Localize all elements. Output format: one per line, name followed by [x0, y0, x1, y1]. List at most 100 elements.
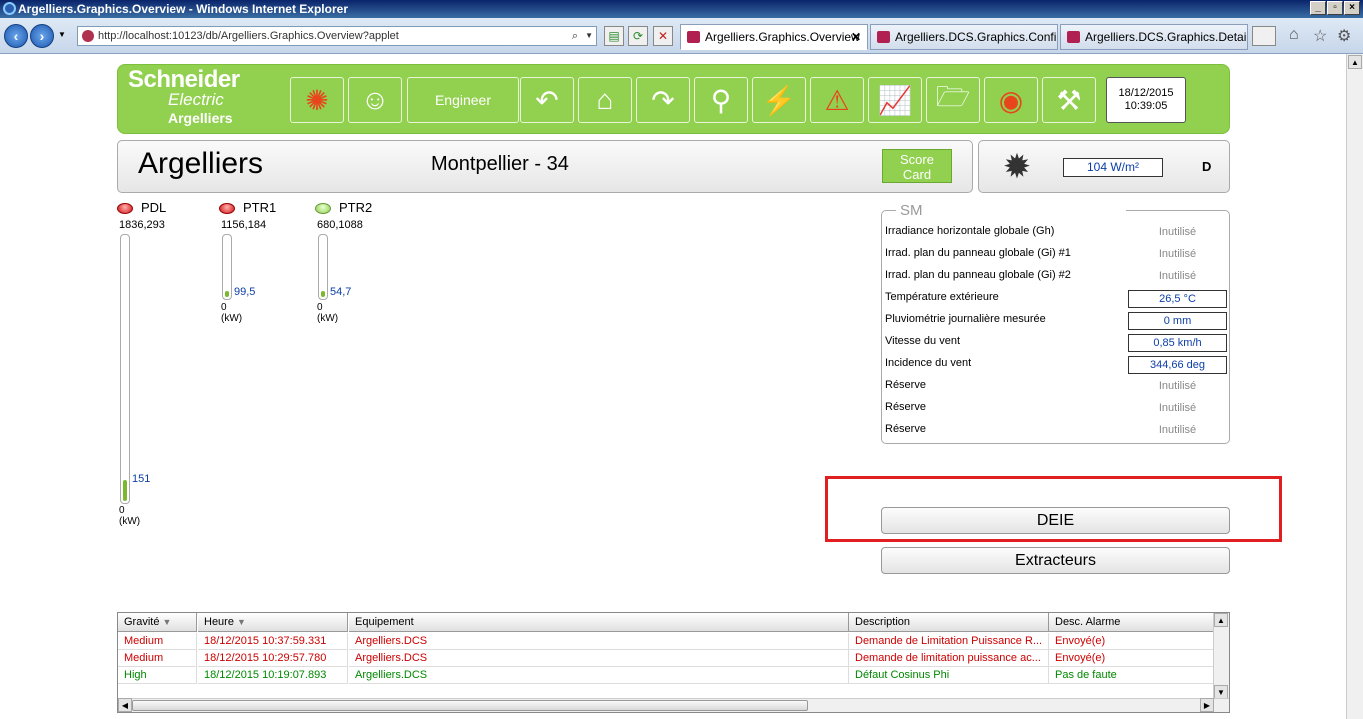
engineer-button[interactable]: Engineer: [407, 77, 519, 123]
table-cell-desc-alarme[interactable]: Envoyé(e): [1049, 650, 1215, 667]
table-cell-gravite[interactable]: Medium: [118, 633, 197, 650]
table-cell-equipement[interactable]: Argelliers.DCS: [349, 667, 849, 684]
stop-icon[interactable]: ✕: [653, 26, 673, 46]
history-dropdown-icon[interactable]: ▼: [58, 30, 66, 39]
table-horizontal-scrollbar[interactable]: ◀ ▶: [118, 698, 1229, 712]
scroll-up-icon[interactable]: ▲: [1348, 55, 1362, 69]
magnifier-icon[interactable]: ⚲: [694, 77, 748, 123]
favorites-star-icon[interactable]: ☆: [1313, 26, 1327, 46]
extracteurs-button[interactable]: Extracteurs: [881, 547, 1230, 574]
col-header-desc-alarme[interactable]: Desc. Alarme: [1049, 613, 1215, 632]
meter-name: PDL: [141, 200, 167, 215]
tab-detail[interactable]: Argelliers.DCS.Graphics.Detail: [1060, 24, 1248, 50]
table-cell-gravite[interactable]: Medium: [118, 650, 197, 667]
tools-gear-icon[interactable]: ⚙: [1337, 26, 1351, 46]
address-dropdown-icon[interactable]: ▼: [585, 27, 593, 45]
sm-row-label: Irrad. plan du panneau globale (Gi) #1: [885, 247, 1071, 259]
table-cell-desc-alarme[interactable]: Pas de faute: [1049, 667, 1215, 684]
scroll-right-icon[interactable]: ▶: [1200, 698, 1214, 712]
sm-row-label: Réserve: [885, 379, 926, 391]
tab-label: Argelliers.Graphics.Overview: [705, 30, 860, 44]
table-cell-description[interactable]: Demande de Limitation Puissance R...: [849, 633, 1049, 650]
table-cell-description[interactable]: Défaut Cosinus Phi: [849, 667, 1049, 684]
sm-row: Réserve Inutilisé: [885, 375, 1227, 397]
head-profile-icon[interactable]: ☺: [348, 77, 402, 123]
close-window-button[interactable]: ×: [1344, 1, 1360, 15]
new-tab-button[interactable]: [1252, 26, 1276, 46]
tab-configuration[interactable]: Argelliers.DCS.Graphics.Confi...: [870, 24, 1058, 50]
minimize-button[interactable]: _: [1310, 1, 1326, 15]
meter-unit: 0 (kW): [119, 505, 141, 527]
address-text: http://localhost:10123/db/Argelliers.Gra…: [98, 30, 399, 42]
site-bar: Argelliers Montpellier - 34 Score Card: [117, 140, 973, 193]
sm-row: Irradiance horizontale globale (Gh) Inuti…: [885, 221, 1227, 243]
col-header-heure[interactable]: Heure ▼: [198, 613, 348, 632]
tab-favicon-icon: [687, 31, 700, 43]
table-cell-equipement[interactable]: Argelliers.DCS: [349, 650, 849, 667]
scroll-left-icon[interactable]: ◀: [118, 698, 132, 712]
maximize-button[interactable]: ▫: [1327, 1, 1343, 15]
scroll-thumb[interactable]: [132, 700, 808, 711]
meter-bar: [318, 234, 328, 300]
col-header-description[interactable]: Description: [849, 613, 1049, 632]
sort-down-icon: ▼: [162, 617, 172, 627]
table-cell-desc-alarme[interactable]: Envoyé(e): [1049, 633, 1215, 650]
refresh-icon[interactable]: ⟳: [628, 26, 648, 46]
meter-max: 1156,184: [221, 219, 267, 231]
warning-icon[interactable]: ⚠: [810, 77, 864, 123]
screwdriver-icon[interactable]: ⚒: [1042, 77, 1096, 123]
meter-bar: [222, 234, 232, 300]
scorecard-button[interactable]: Score Card: [882, 149, 952, 183]
sm-row: Réserve Inutilisé: [885, 419, 1227, 441]
page-scrollbar[interactable]: ▲: [1346, 54, 1363, 719]
status-led: [219, 203, 235, 214]
globe-icon[interactable]: ✺: [290, 77, 344, 123]
table-cell-heure[interactable]: 18/12/2015 10:29:57.780: [198, 650, 348, 667]
meter-unit: 0 (kW): [221, 302, 243, 324]
table-cell-heure[interactable]: 18/12/2015 10:37:59.331: [198, 633, 348, 650]
tab-favicon-icon: [1067, 31, 1080, 43]
date-time-display: 18/12/2015 10:39:05: [1106, 77, 1186, 123]
meter-name: PTR2: [339, 200, 373, 215]
meter-value: 151: [132, 473, 151, 485]
table-vertical-scrollbar[interactable]: ▲ ▼: [1213, 613, 1229, 699]
compat-view-icon[interactable]: ▤: [604, 26, 624, 46]
eye-icon[interactable]: ◉: [984, 77, 1038, 123]
table-cell-description[interactable]: Demande de limitation puissance ac...: [849, 650, 1049, 667]
sm-row: Irrad. plan du panneau globale (Gi) #1 In…: [885, 243, 1227, 265]
lightning-icon[interactable]: ⚡: [752, 77, 806, 123]
redo-arrow-icon[interactable]: ↷: [636, 77, 690, 123]
current-date: 18/12/2015: [1118, 87, 1174, 99]
weather-label: D: [1202, 159, 1212, 174]
close-tab-icon[interactable]: ✕: [851, 25, 861, 49]
trend-chart-icon[interactable]: 📈: [868, 77, 922, 123]
home-icon[interactable]: ⌂: [1289, 26, 1299, 44]
col-header-equipement[interactable]: Equipement: [349, 613, 849, 632]
site-location: Montpellier - 34: [431, 153, 569, 175]
sm-row: Vitesse du vent 0,85 km/h: [885, 331, 1227, 353]
sm-row-label: Vitesse du vent: [885, 335, 961, 347]
undo-arrow-icon[interactable]: ↶: [520, 77, 574, 123]
window-title: Argelliers.Graphics.Overview - Windows I…: [18, 2, 348, 16]
sm-row-label: Irradiance horizontale globale (Gh): [885, 225, 1055, 237]
forward-button[interactable]: ›: [30, 24, 54, 48]
meter-fill: [225, 291, 229, 297]
home-icon[interactable]: ⌂: [578, 77, 632, 123]
tab-overview[interactable]: Argelliers.Graphics.Overview ✕: [680, 24, 868, 50]
table-cell-equipement[interactable]: Argelliers.DCS: [349, 633, 849, 650]
scroll-down-icon[interactable]: ▼: [1214, 685, 1228, 699]
site-name: Argelliers: [138, 147, 264, 180]
folder-icon[interactable]: 🗁: [926, 77, 980, 123]
weather-panel: ✹ 104 W/m² D: [978, 140, 1230, 193]
logo-subtext: Electric: [168, 90, 224, 109]
table-cell-gravite[interactable]: High: [118, 667, 197, 684]
scroll-up-icon[interactable]: ▲: [1214, 613, 1228, 627]
deie-button[interactable]: DEIE: [881, 507, 1230, 534]
back-button[interactable]: ‹: [4, 24, 28, 48]
col-header-gravite[interactable]: Gravité ▼: [118, 613, 197, 632]
table-cell-heure[interactable]: 18/12/2015 10:19:07.893: [198, 667, 348, 684]
tab-label: Argelliers.DCS.Graphics.Confi...: [895, 30, 1058, 44]
search-icon[interactable]: ⌕: [572, 27, 578, 45]
address-bar[interactable]: http://localhost:10123/db/Argelliers.Gra…: [77, 26, 597, 46]
sm-row-value: Inutilisé: [1158, 226, 1197, 238]
